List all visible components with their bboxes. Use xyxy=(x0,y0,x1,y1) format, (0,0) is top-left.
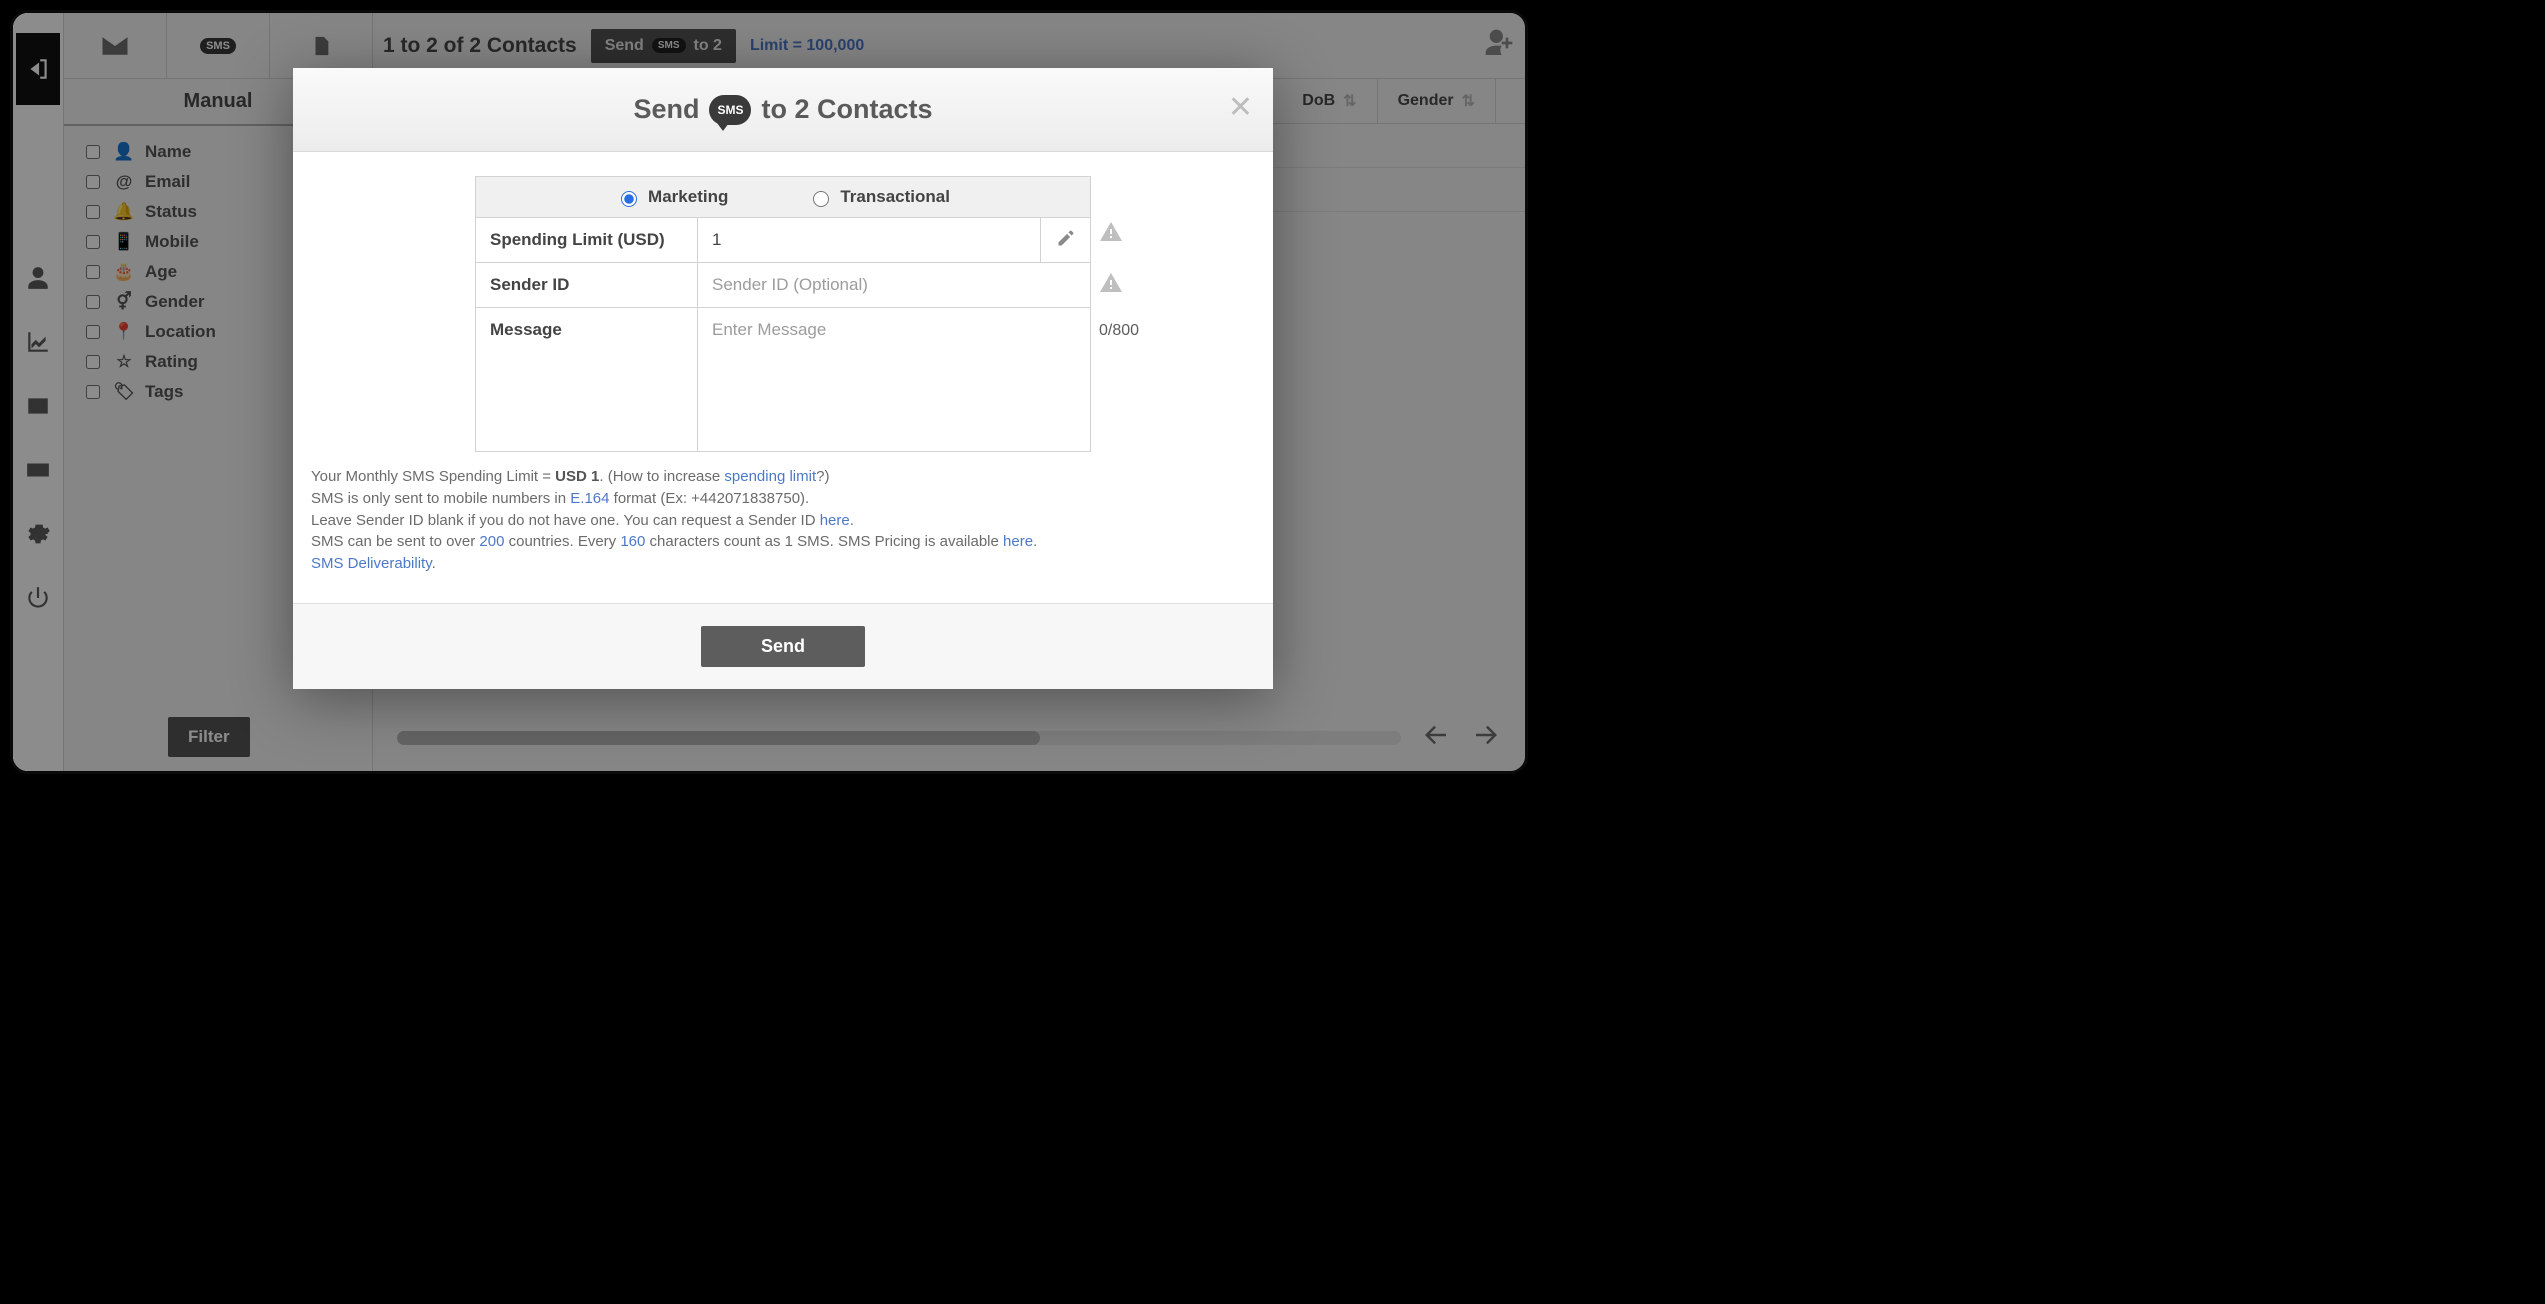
send-button[interactable]: Send xyxy=(701,626,865,667)
radio-label: Marketing xyxy=(648,187,728,207)
request-sender-link[interactable]: here xyxy=(820,512,850,529)
e164-link[interactable]: E.164 xyxy=(570,490,609,507)
message-input[interactable] xyxy=(698,308,1090,446)
spending-limit-input[interactable] xyxy=(698,218,1040,262)
warning-icon[interactable] xyxy=(1099,271,1123,300)
radio-label: Transactional xyxy=(840,187,950,207)
radio-transactional[interactable]: Transactional xyxy=(808,187,950,207)
modal-title: Send SMS to 2 Contacts xyxy=(633,94,932,125)
warning-icon[interactable] xyxy=(1099,220,1123,249)
close-icon[interactable]: ✕ xyxy=(1228,90,1253,125)
edit-icon[interactable] xyxy=(1056,235,1076,252)
sender-id-label: Sender ID xyxy=(476,263,698,308)
char-counter: 0/800 xyxy=(1099,322,1139,340)
help-notes: Your Monthly SMS Spending Limit = USD 1.… xyxy=(301,452,1265,593)
chars-link[interactable]: 160 xyxy=(620,533,645,550)
radio-marketing[interactable]: Marketing xyxy=(616,187,728,207)
spending-limit-label: Spending Limit (USD) xyxy=(476,218,698,263)
sender-id-input[interactable] xyxy=(698,263,1090,307)
deliverability-link[interactable]: SMS Deliverability xyxy=(311,555,432,572)
send-sms-modal: Send SMS to 2 Contacts ✕ Marketing Trans… xyxy=(293,68,1273,689)
message-label: Message xyxy=(476,308,698,452)
pricing-link[interactable]: here xyxy=(1003,533,1033,550)
spending-limit-link[interactable]: spending limit xyxy=(724,468,816,485)
countries-link[interactable]: 200 xyxy=(479,533,504,550)
